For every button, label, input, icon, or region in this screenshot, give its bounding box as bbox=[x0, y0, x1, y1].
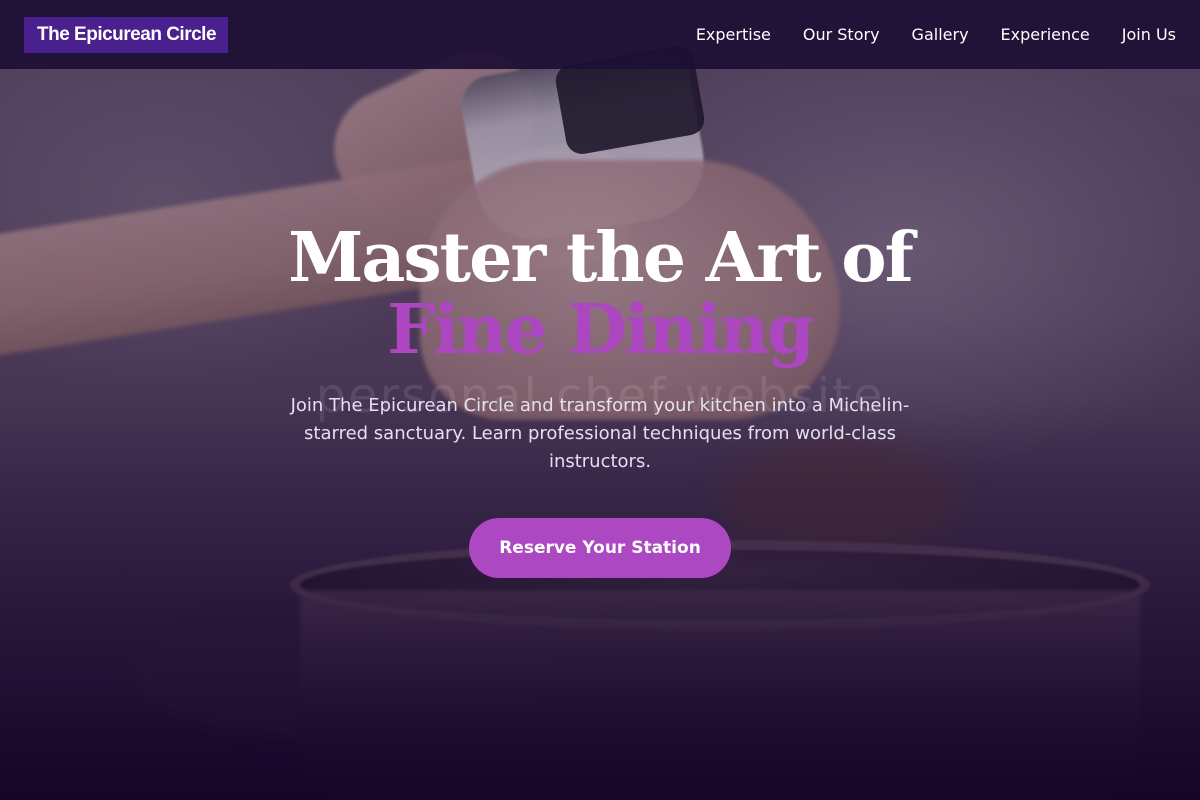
hero-headline-line1: Master the Art of bbox=[288, 218, 914, 298]
reserve-station-button[interactable]: Reserve Your Station bbox=[469, 518, 731, 578]
hero-headline-accent: Fine Dining bbox=[387, 290, 815, 370]
nav-link-expertise[interactable]: Expertise bbox=[696, 25, 771, 44]
brand-logo[interactable]: The Epicurean Circle bbox=[24, 16, 229, 53]
navbar: The Epicurean Circle Expertise Our Story… bbox=[0, 0, 1200, 69]
nav-link-join-us[interactable]: Join Us bbox=[1122, 25, 1176, 44]
hero-content: Master the Art of Fine Dining Join The E… bbox=[0, 222, 1200, 578]
nav-link-gallery[interactable]: Gallery bbox=[912, 25, 969, 44]
hero-subtitle: Join The Epicurean Circle and transform … bbox=[290, 395, 910, 472]
nav-links: Expertise Our Story Gallery Experience J… bbox=[696, 25, 1176, 44]
hero-section: personal chef website The Epicurean Circ… bbox=[0, 0, 1200, 800]
nav-link-experience[interactable]: Experience bbox=[1001, 25, 1090, 44]
nav-link-our-story[interactable]: Our Story bbox=[803, 25, 880, 44]
hero-headline: Master the Art of Fine Dining bbox=[0, 222, 1200, 366]
